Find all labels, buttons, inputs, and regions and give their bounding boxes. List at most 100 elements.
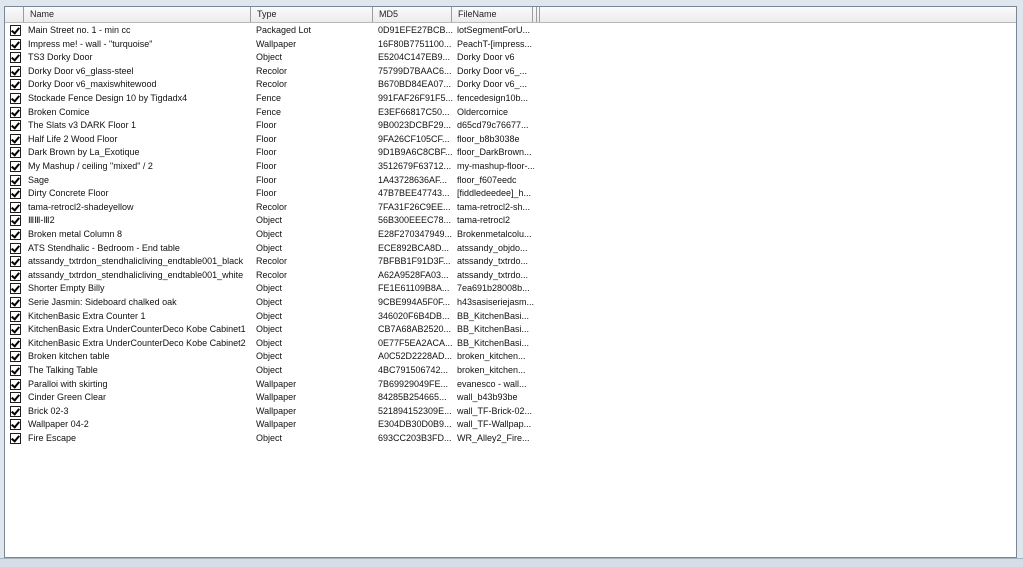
- table-row[interactable]: Brick 02-3 Wallpaper 521894152309E... wall_…: [5, 405, 1016, 419]
- table-row[interactable]: ATS Stendhalic - Bedroom - End table Obje…: [5, 242, 1016, 256]
- row-checkbox[interactable]: [10, 147, 21, 159]
- table-row[interactable]: Dark Brown by La_Exotique Floor 9D1B9A6C8C…: [5, 146, 1016, 160]
- table-row[interactable]: Stockade Fence Design 10 by Tigdadx4 Fenc…: [5, 92, 1016, 106]
- table-row[interactable]: atssandy_txtrdon_stendhalicliving_endtab…: [5, 269, 1016, 283]
- table-row[interactable]: KitchenBasic Extra UnderCounterDeco Kobe…: [5, 323, 1016, 337]
- row-checkbox[interactable]: [10, 297, 21, 308]
- table-row[interactable]: My Mashup / ceiling "mixed" / 2 Floor 3512…: [5, 160, 1016, 174]
- table-row[interactable]: Main Street no. 1 - min cc Packaged Lot 0D…: [5, 24, 1016, 38]
- row-name: TS3 Dorky Door: [28, 52, 93, 63]
- row-name: Impress me! - wall - "turquoise": [28, 38, 153, 49]
- table-row[interactable]: Fire Escape Object 693CC203B3FD... WR_Alley…: [5, 432, 1016, 446]
- table-row[interactable]: KitchenBasic Extra Counter 1 Object 346020…: [5, 310, 1016, 324]
- row-checkbox[interactable]: [10, 79, 21, 91]
- row-checkbox[interactable]: [10, 52, 21, 64]
- row-checkbox[interactable]: [10, 242, 21, 254]
- row-checkbox[interactable]: [10, 405, 21, 417]
- row-checkbox[interactable]: [10, 215, 21, 227]
- row-checkbox[interactable]: [10, 324, 21, 336]
- row-filename: BB_KitchenBasi...: [457, 337, 530, 348]
- row-type: Object: [256, 283, 283, 294]
- table-row[interactable]: Broken Comice Fence E3EF66817C50... Olderco…: [5, 106, 1016, 120]
- table-row[interactable]: Broken metal Column 8 Object E28F270347949…: [5, 228, 1016, 242]
- row-checkbox[interactable]: [10, 365, 21, 376]
- row-md5: 9FA26CF105CF...: [378, 133, 450, 144]
- table-row[interactable]: KitchenBasic Extra UnderCounterDeco Kobe…: [5, 337, 1016, 351]
- row-name: KitchenBasic Extra UnderCounterDeco Kobe…: [28, 337, 246, 348]
- row-checkbox[interactable]: [10, 351, 21, 363]
- row-checkbox[interactable]: [10, 229, 21, 240]
- row-filename: Dorky Door v6_...: [457, 65, 528, 76]
- header-type[interactable]: Type: [251, 7, 373, 22]
- row-type: Recolor: [256, 269, 288, 280]
- header-md5[interactable]: MD5: [373, 7, 452, 22]
- row-name: ATS Stendhalic - Bedroom - End table: [28, 242, 180, 253]
- row-checkbox[interactable]: [10, 133, 21, 145]
- row-name: Main Street no. 1 - min cc: [28, 25, 131, 35]
- row-checkbox[interactable]: [10, 310, 21, 322]
- table-row[interactable]: ⅢⅢ-Ⅲ2 Object 56B300EEEC78... tama-retrocl2: [5, 214, 1016, 228]
- table-row[interactable]: atssandy_txtrdon_stendhalicliving_endtab…: [5, 255, 1016, 269]
- row-checkbox[interactable]: [10, 188, 21, 200]
- row-type: Recolor: [256, 201, 288, 212]
- table-row[interactable]: Dirty Concrete Floor Floor 47B7BEE47743...…: [5, 187, 1016, 201]
- row-type: Floor: [256, 120, 277, 131]
- row-md5: 7BFBB1F91D3F...: [378, 256, 451, 267]
- header-extra-separator[interactable]: [536, 7, 537, 22]
- row-type: Floor: [256, 161, 277, 171]
- row-checkbox[interactable]: [10, 25, 21, 36]
- row-name: My Mashup / ceiling "mixed" / 2: [28, 161, 153, 171]
- header-filename[interactable]: FileName: [452, 7, 533, 22]
- header-checkbox-column[interactable]: [5, 7, 24, 22]
- header-extra-separator-2: [539, 7, 540, 22]
- table-row[interactable]: The Slats v3 DARK Floor 1 Floor 9B0023DCBF…: [5, 119, 1016, 133]
- table-row[interactable]: Shorter Empty Billy Object FE1E61109B8A...…: [5, 282, 1016, 296]
- row-type: Object: [256, 337, 283, 348]
- header-name[interactable]: Name: [24, 7, 251, 22]
- row-name: Cinder Green Clear: [28, 392, 107, 403]
- table-row[interactable]: Broken kitchen table Object A0C52D2228AD..…: [5, 350, 1016, 364]
- table-row[interactable]: TS3 Dorky Door Object E5204C147EB9... Dorky…: [5, 51, 1016, 65]
- row-md5: 75799D7BAAC6...: [378, 65, 452, 76]
- row-md5: 16F80B7751100...: [378, 38, 452, 49]
- row-checkbox[interactable]: [10, 283, 21, 295]
- row-checkbox[interactable]: [10, 433, 21, 444]
- row-md5: 693CC203B3FD...: [378, 433, 452, 443]
- table-row[interactable]: Dorky Door v6_maxiswhitewood Recolor B670B…: [5, 78, 1016, 92]
- row-type: Wallpaper: [256, 392, 297, 403]
- row-md5: 47B7BEE47743...: [378, 188, 450, 199]
- row-name: Sage: [28, 174, 50, 185]
- row-md5: 7FA31F26C9EE...: [378, 201, 451, 212]
- row-checkbox[interactable]: [10, 419, 21, 431]
- row-type: Object: [256, 52, 283, 63]
- row-checkbox[interactable]: [10, 256, 21, 268]
- table-row[interactable]: Paralloi with skirting Wallpaper 7B6992904…: [5, 378, 1016, 392]
- row-checkbox[interactable]: [10, 337, 21, 349]
- table-row[interactable]: tama-retrocl2-shadeyellow Recolor 7FA31F26…: [5, 201, 1016, 215]
- table-row[interactable]: The Talking Table Object 4BC791506742... br…: [5, 364, 1016, 378]
- row-checkbox[interactable]: [10, 269, 21, 281]
- row-checkbox[interactable]: [10, 106, 21, 118]
- row-checkbox[interactable]: [10, 120, 21, 132]
- table-row[interactable]: Impress me! - wall - "turquoise" Wallpape…: [5, 38, 1016, 52]
- table-row[interactable]: Dorky Door v6_glass-steel Recolor 75799D7B…: [5, 65, 1016, 79]
- row-checkbox[interactable]: [10, 38, 21, 50]
- table-row[interactable]: Half Life 2 Wood Floor Floor 9FA26CF105CF.…: [5, 133, 1016, 147]
- row-checkbox[interactable]: [10, 392, 21, 404]
- table-row[interactable]: Sage Floor 1A43728636AF... floor_f607eedc: [5, 174, 1016, 188]
- row-checkbox[interactable]: [10, 65, 21, 77]
- table-row[interactable]: Serie Jasmin: Sideboard chalked oak Objec…: [5, 296, 1016, 310]
- row-filename: atssandy_txtrdo...: [457, 269, 529, 280]
- table-row[interactable]: Wallpaper 04-2 Wallpaper E304DB30D0B9... wa…: [5, 418, 1016, 432]
- row-name: Dirty Concrete Floor: [28, 188, 109, 199]
- row-checkbox[interactable]: [10, 161, 21, 172]
- table-row[interactable]: Cinder Green Clear Wallpaper 84285B254665.…: [5, 391, 1016, 405]
- row-md5: 1A43728636AF...: [378, 174, 448, 185]
- row-checkbox[interactable]: [10, 174, 21, 186]
- file-list-view[interactable]: Name Type MD5 FileName Main Street no. 1…: [4, 6, 1017, 558]
- row-md5: E304DB30D0B9...: [378, 419, 452, 430]
- row-checkbox[interactable]: [10, 201, 21, 213]
- row-checkbox[interactable]: [10, 378, 21, 390]
- row-checkbox[interactable]: [10, 93, 21, 104]
- row-filename: floor_b8b3038e: [457, 133, 520, 144]
